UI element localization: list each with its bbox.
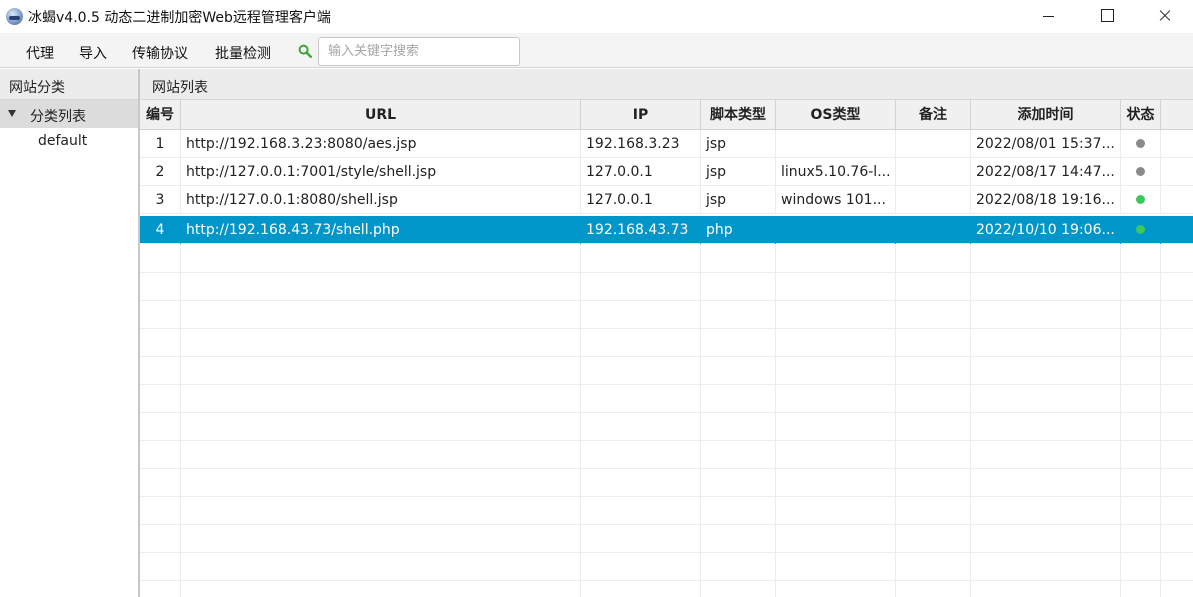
empty-row: [140, 497, 1193, 525]
column-gridline: [1160, 245, 1161, 597]
cell-status: [1121, 186, 1161, 214]
cell-url: http://127.0.0.1:8080/shell.jsp: [181, 186, 581, 214]
menu-item-proxy[interactable]: 代理: [26, 43, 54, 63]
cell-status: [1121, 130, 1161, 158]
menu-item-transport-protocol[interactable]: 传输协议: [132, 43, 188, 63]
empty-row: [140, 245, 1193, 273]
column-gridline: [700, 245, 701, 597]
cell-ip: 192.168.3.23: [581, 130, 701, 158]
cell-script-type: php: [701, 216, 776, 244]
search-icon: [298, 44, 312, 58]
title-bar: 冰蝎v4.0.5 动态二进制加密Web远程管理客户端: [0, 0, 1193, 33]
cell-os-type: [776, 216, 896, 244]
cell-os-type: windows 101...: [776, 186, 896, 214]
cell-os-type: [776, 130, 896, 158]
column-header-note[interactable]: 备注: [896, 100, 971, 130]
column-gridline: [775, 245, 776, 597]
cell-id: 4: [140, 216, 181, 244]
cell-script-type: jsp: [701, 186, 776, 214]
column-gridline: [970, 245, 971, 597]
cell-script-type: jsp: [701, 158, 776, 186]
column-gridline: [180, 245, 181, 597]
table-header: 编号 URL IP 脚本类型 OS类型 备注 添加时间 状态: [140, 100, 1193, 130]
cell-add-time: 2022/10/10 19:06...: [971, 216, 1121, 244]
column-header-url[interactable]: URL: [181, 100, 581, 130]
status-dot-icon: [1136, 167, 1145, 176]
tree-item-default[interactable]: default: [0, 128, 138, 156]
column-header-id[interactable]: 编号: [140, 100, 181, 130]
cell-status: [1121, 216, 1161, 244]
tree-item-label: 分类列表: [30, 109, 86, 125]
empty-row: [140, 301, 1193, 329]
empty-row: [140, 441, 1193, 469]
empty-row: [140, 329, 1193, 357]
empty-row: [140, 413, 1193, 441]
minimize-button[interactable]: [1019, 0, 1077, 33]
column-header-script-type[interactable]: 脚本类型: [701, 100, 776, 130]
window-title: 冰蝎v4.0.5 动态二进制加密Web远程管理客户端: [28, 10, 331, 26]
app-logo-icon: [6, 8, 23, 25]
cell-ip: 127.0.0.1: [581, 158, 701, 186]
table-row[interactable]: 3 http://127.0.0.1:8080/shell.jsp 127.0.…: [140, 186, 1193, 214]
column-header-add-time[interactable]: 添加时间: [971, 100, 1121, 130]
column-gridline: [895, 245, 896, 597]
status-dot-icon: [1136, 139, 1145, 148]
empty-row: [140, 357, 1193, 385]
column-gridline: [580, 245, 581, 597]
cell-url: http://192.168.43.73/shell.php: [181, 216, 581, 244]
cell-note: [896, 130, 971, 158]
empty-row: [140, 469, 1193, 497]
cell-note: [896, 158, 971, 186]
category-panel-header: 网站分类: [0, 69, 138, 100]
cell-note: [896, 186, 971, 214]
maximize-button[interactable]: [1077, 0, 1135, 33]
column-header-status[interactable]: 状态: [1121, 100, 1161, 130]
cell-ip: 192.168.43.73: [581, 216, 701, 244]
cell-add-time: 2022/08/17 14:47...: [971, 158, 1121, 186]
column-header-os-type[interactable]: OS类型: [776, 100, 896, 130]
cell-script-type: jsp: [701, 130, 776, 158]
empty-row: [140, 553, 1193, 581]
site-table: 编号 URL IP 脚本类型 OS类型 备注 添加时间 状态 1 http://…: [140, 100, 1193, 597]
menu-item-import[interactable]: 导入: [79, 43, 107, 63]
cell-note: [896, 216, 971, 244]
menu-item-batch-check[interactable]: 批量检测: [215, 43, 271, 63]
cell-id: 1: [140, 130, 181, 158]
cell-id: 3: [140, 186, 181, 214]
empty-row: [140, 581, 1193, 597]
search-input[interactable]: [318, 37, 520, 66]
empty-row: [140, 385, 1193, 413]
site-list-header: 网站列表: [140, 69, 1193, 100]
status-dot-icon: [1136, 225, 1145, 234]
cell-status: [1121, 158, 1161, 186]
tree-item-category-list[interactable]: 分类列表: [0, 100, 138, 128]
cell-add-time: 2022/08/01 15:37...: [971, 130, 1121, 158]
table-row-selected[interactable]: 4 http://192.168.43.73/shell.php 192.168…: [140, 216, 1193, 244]
column-header-ip[interactable]: IP: [581, 100, 701, 130]
cell-ip: 127.0.0.1: [581, 186, 701, 214]
cell-url: http://127.0.0.1:7001/style/shell.jsp: [181, 158, 581, 186]
empty-row: [140, 525, 1193, 553]
table-row[interactable]: 2 http://127.0.0.1:7001/style/shell.jsp …: [140, 158, 1193, 186]
close-button[interactable]: [1135, 0, 1193, 33]
table-row[interactable]: 1 http://192.168.3.23:8080/aes.jsp 192.1…: [140, 130, 1193, 158]
category-panel: 网站分类 分类列表 default: [0, 69, 140, 597]
empty-row: [140, 273, 1193, 301]
menu-bar: 代理 导入 传输协议 批量检测: [0, 33, 1193, 68]
column-gridline: [1120, 245, 1121, 597]
expand-triangle-icon[interactable]: [8, 110, 16, 117]
cell-id: 2: [140, 158, 181, 186]
cell-add-time: 2022/08/18 19:16...: [971, 186, 1121, 214]
cell-os-type: linux5.10.76-l...: [776, 158, 896, 186]
cell-url: http://192.168.3.23:8080/aes.jsp: [181, 130, 581, 158]
status-dot-icon: [1136, 195, 1145, 204]
